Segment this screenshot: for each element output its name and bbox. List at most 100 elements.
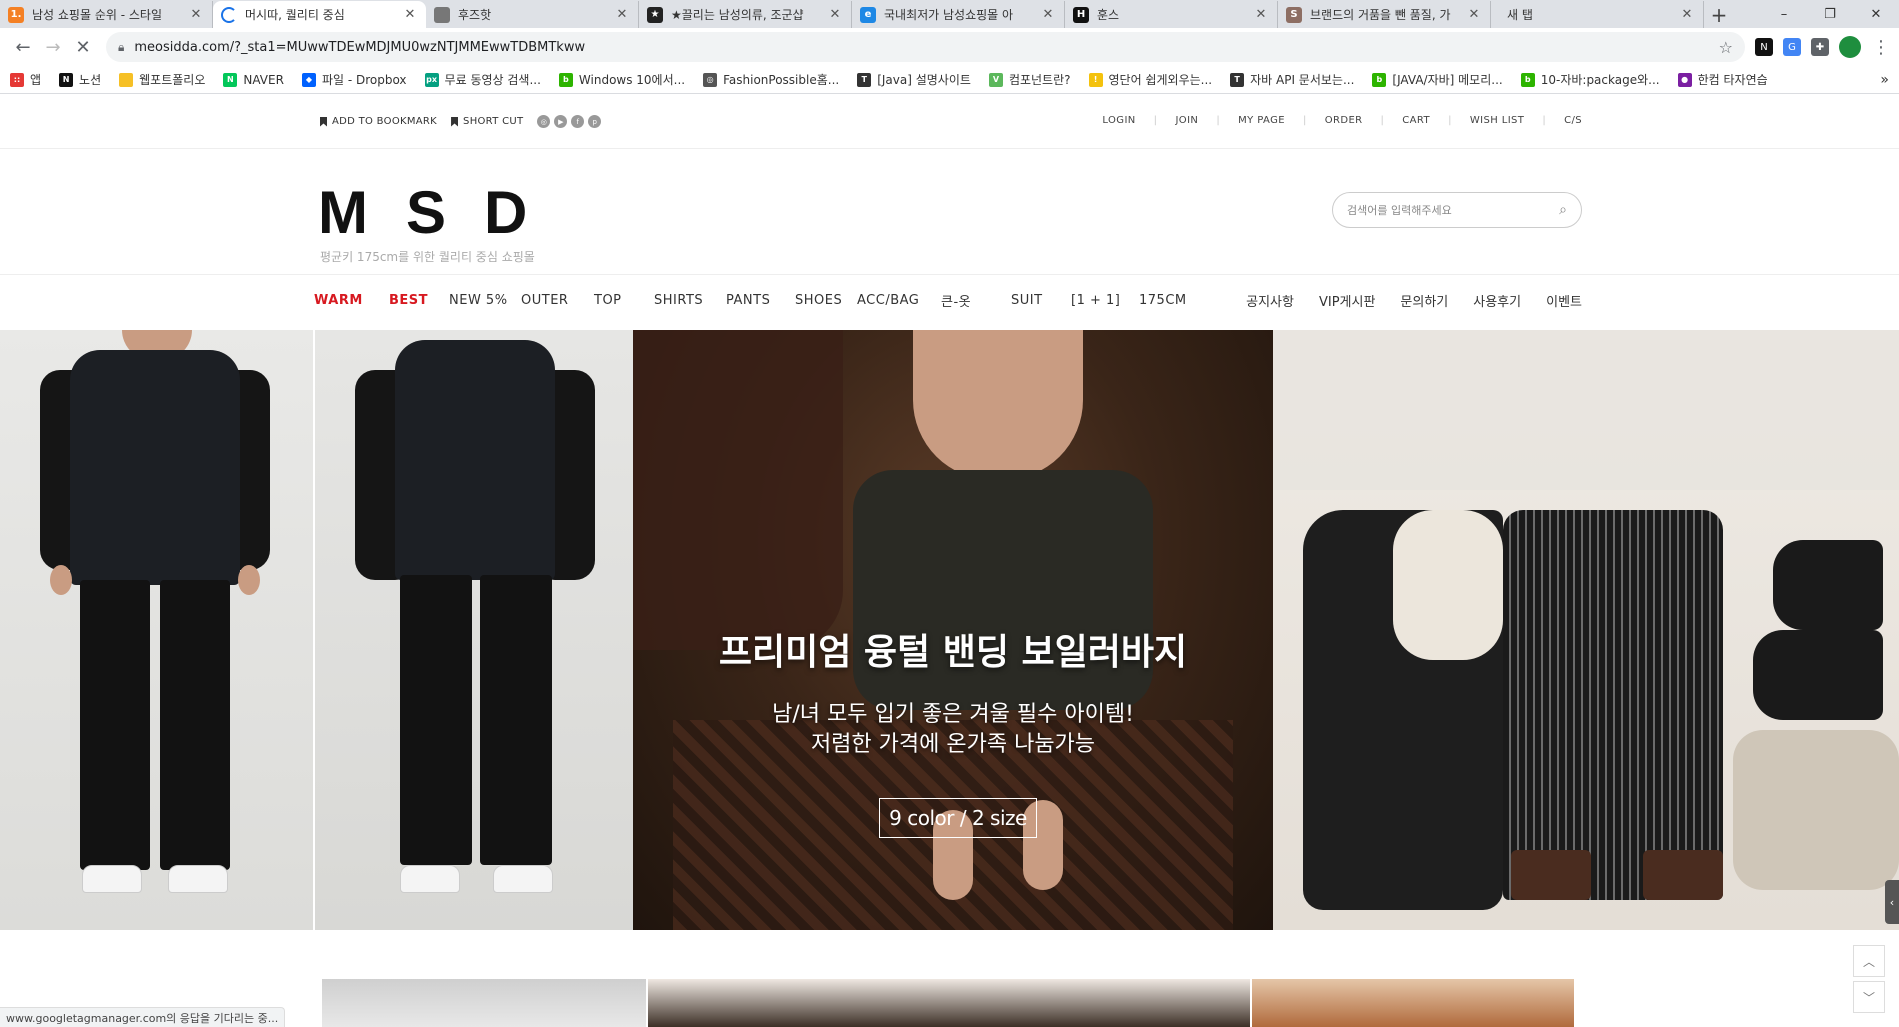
bookmark-label: NAVER <box>243 72 284 87</box>
minimize-icon[interactable]: – <box>1761 0 1807 28</box>
stop-icon[interactable]: ✕ <box>68 32 98 62</box>
tab-close-icon[interactable]: ✕ <box>188 7 204 22</box>
search-input[interactable]: 검색어를 입력해주세요 ⌕ <box>1332 192 1582 228</box>
site-logo[interactable]: MSD <box>318 178 565 247</box>
search-icon[interactable]: ⌕ <box>1559 202 1567 218</box>
browser-tab[interactable]: S 브랜드의 거품을 뺀 품질, 가 ✕ <box>1278 1 1491 28</box>
youtube-icon[interactable]: ▶ <box>554 115 568 128</box>
bookmark-item[interactable]: T [Java] 설명사이트 <box>857 71 971 88</box>
profile-avatar[interactable] <box>1839 36 1861 58</box>
bookmark-item[interactable]: ◎ FashionPossible홈... <box>703 71 839 88</box>
tab-close-icon[interactable]: ✕ <box>1679 7 1695 22</box>
bookmark-item[interactable]: N 노션 <box>59 71 101 88</box>
tab-close-icon[interactable]: ✕ <box>827 7 843 22</box>
bookmark-item[interactable]: b Windows 10에서... <box>558 71 685 88</box>
member-link-join[interactable]: JOIN <box>1175 115 1198 126</box>
shortcut-link[interactable]: SHORT CUT <box>451 116 523 127</box>
nav-item[interactable]: SUIT <box>1011 293 1071 308</box>
bookmark-item[interactable]: ! 영단어 쉽게외우는... <box>1088 71 1213 88</box>
bookmarks-more-icon[interactable]: » <box>1880 72 1889 88</box>
community-nav-item[interactable]: 이벤트 <box>1546 291 1582 310</box>
shortcut-label: SHORT CUT <box>463 116 524 127</box>
scroll-bottom-button[interactable]: ﹀ <box>1853 981 1885 1013</box>
window-close-icon[interactable]: ✕ <box>1853 0 1899 28</box>
bookmark-star-icon[interactable]: ☆ <box>1719 38 1733 57</box>
nav-item[interactable]: TOP <box>594 293 654 308</box>
browser-tab[interactable]: 1. 남성 쇼핑몰 순위 - 스타일 ✕ <box>0 1 213 28</box>
divider: | <box>1216 115 1221 126</box>
forward-icon[interactable]: → <box>38 32 68 62</box>
member-link-order[interactable]: ORDER <box>1325 115 1363 126</box>
nav-item[interactable]: NEW 5% <box>449 293 521 308</box>
add-bookmark-link[interactable]: ADD TO BOOKMARK <box>320 116 437 127</box>
browser-tab[interactable]: e 국내최저가 남성쇼핑몰 아 ✕ <box>852 1 1065 28</box>
member-link-login[interactable]: LOGIN <box>1102 115 1135 126</box>
bookmark-item[interactable]: ◆ 파일 - Dropbox <box>301 71 407 88</box>
bookmark-item[interactable]: V 컴포넌트란? <box>988 71 1071 88</box>
tab-close-icon[interactable]: ✕ <box>614 7 630 22</box>
restore-icon[interactable]: ❐ <box>1807 0 1853 28</box>
bookmark-item[interactable]: b 10-자바:package와... <box>1520 71 1660 88</box>
lock-icon[interactable]: 🔒︎ <box>118 40 124 55</box>
bookmark-item[interactable]: :: 앱 <box>10 71 41 88</box>
pinterest-icon[interactable]: p <box>588 115 602 128</box>
nav-item[interactable]: 175CM <box>1139 293 1199 308</box>
nav-item[interactable]: OUTER <box>521 293 594 308</box>
url-text[interactable]: meosidda.com/?_sta1=MUwwTDEwMDJMU0wzNTJM… <box>134 40 1718 55</box>
browser-tab[interactable]: 머시따, 퀄리티 중심 ✕ <box>213 1 426 28</box>
community-nav-item[interactable]: 공지사항 <box>1246 291 1294 310</box>
facebook-icon[interactable]: f <box>571 115 585 128</box>
tab-close-icon[interactable]: ✕ <box>1466 7 1482 22</box>
hero-banner[interactable]: 프리미엄 융털 밴딩 보일러바지 남/녀 모두 입기 좋은 겨울 필수 아이템!… <box>0 330 1899 930</box>
hero-badge: 9 color / 2 size <box>879 798 1037 838</box>
product-thumb[interactable] <box>322 979 646 1027</box>
tab-close-icon[interactable]: ✕ <box>1253 7 1269 22</box>
nav-item[interactable]: [1 + 1] <box>1071 293 1139 308</box>
bookmark-label: [JAVA/자바] 메모리... <box>1392 73 1503 87</box>
bookmark-label: 영단어 쉽게외우는... <box>1108 73 1213 87</box>
puzzle-icon[interactable]: ✚ <box>1811 38 1829 56</box>
browser-tab[interactable]: H 훈스 ✕ <box>1065 1 1278 28</box>
nav-item[interactable]: 큰-옷 <box>941 291 1011 310</box>
member-link-c-s[interactable]: C/S <box>1564 115 1582 126</box>
browser-menu-icon[interactable]: ⋮ <box>1871 37 1891 58</box>
bookmark-favicon-icon: V <box>988 72 1003 87</box>
bookmark-favicon-icon: ◎ <box>703 72 718 87</box>
bookmark-item[interactable]: ● 한컴 타자연습 <box>1677 71 1768 88</box>
translate-extension-icon[interactable]: G <box>1783 38 1801 56</box>
nav-item[interactable]: ACC/BAG <box>857 293 941 308</box>
community-nav-item[interactable]: 문의하기 <box>1400 291 1448 310</box>
hero-prev-arrow-icon[interactable]: ‹ <box>1885 880 1899 924</box>
bookmark-item[interactable]: px 무료 동영상 검색... <box>424 71 541 88</box>
member-links: LOGIN | JOIN | MY PAGE | ORDER | CART | WISH LIST |… <box>1102 115 1582 126</box>
nav-item[interactable]: SHOES <box>795 293 857 308</box>
nav-item[interactable]: SHIRTS <box>654 293 726 308</box>
divider: | <box>1448 115 1452 126</box>
browser-tab[interactable]: 후즈핫 ✕ <box>426 1 639 28</box>
instagram-icon[interactable]: ◎ <box>537 115 551 128</box>
browser-tab[interactable]: 새 탭 ✕ <box>1491 1 1704 28</box>
tab-close-icon[interactable]: ✕ <box>1040 7 1056 22</box>
product-thumb[interactable] <box>648 979 1250 1027</box>
address-bar[interactable]: 🔒︎ meosidda.com/?_sta1=MUwwTDEwMDJMU0wzN… <box>106 32 1745 62</box>
browser-tab[interactable]: ★ ★끌리는 남성의류, 조군샵 ✕ <box>639 1 852 28</box>
product-thumb[interactable] <box>1252 979 1574 1027</box>
member-link-my-page[interactable]: MY PAGE <box>1238 115 1285 126</box>
nav-item[interactable]: PANTS <box>726 293 795 308</box>
nav-item[interactable]: WARM <box>314 293 389 308</box>
member-link-cart[interactable]: CART <box>1402 115 1430 126</box>
back-icon[interactable]: ← <box>8 32 38 62</box>
tab-close-icon[interactable]: ✕ <box>402 7 418 22</box>
new-tab-button[interactable]: + <box>1704 1 1734 28</box>
bookmark-item[interactable]: T 자바 API 문서보는... <box>1230 71 1354 88</box>
member-link-wish-list[interactable]: WISH LIST <box>1470 115 1524 126</box>
tab-favicon-icon: 1. <box>8 6 24 23</box>
community-nav-item[interactable]: VIP게시판 <box>1319 291 1375 310</box>
scroll-top-button[interactable]: ︿ <box>1853 945 1885 977</box>
bookmark-item[interactable]: 웹포트폴리오 <box>119 71 205 88</box>
bookmark-item[interactable]: b [JAVA/자바] 메모리... <box>1372 71 1503 88</box>
bookmark-item[interactable]: N NAVER <box>223 72 284 87</box>
community-nav-item[interactable]: 사용후기 <box>1473 291 1521 310</box>
notion-extension-icon[interactable]: N <box>1755 38 1773 56</box>
nav-item[interactable]: BEST <box>389 293 449 308</box>
